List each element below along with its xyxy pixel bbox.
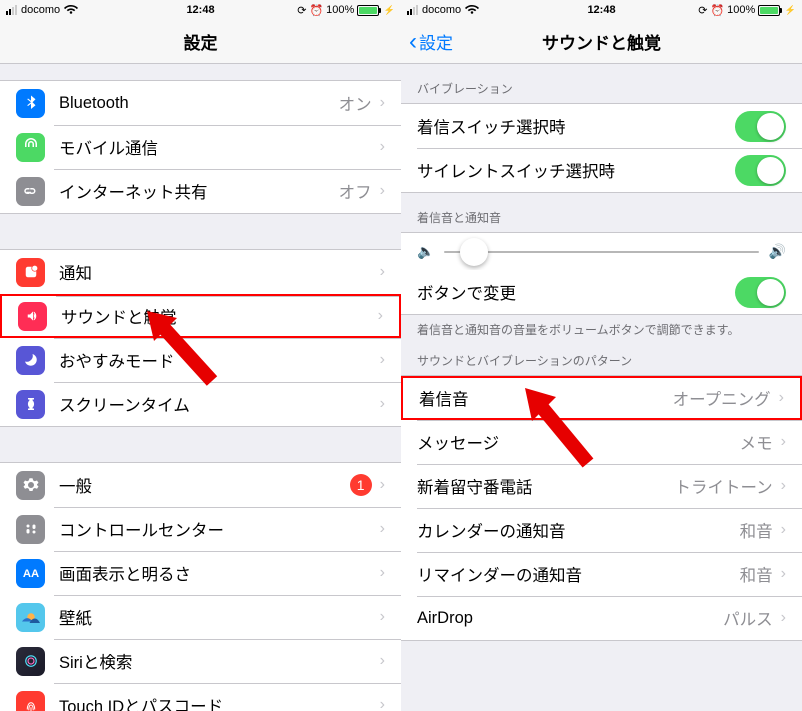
chevron-right-icon: ›: [380, 476, 385, 494]
chevron-right-icon: ›: [781, 477, 786, 495]
reminder-alerts-row[interactable]: リマインダーの通知音 和音 ›: [401, 552, 802, 596]
voicemail-row[interactable]: 新着留守番電話 トライトーン ›: [401, 464, 802, 508]
airdrop-row[interactable]: AirDrop パルス ›: [401, 596, 802, 640]
ringer-alerts-header: 着信音と通知音: [401, 193, 802, 232]
notifications-row[interactable]: 通知 ›: [0, 250, 401, 294]
settings-root-screen: docomo 12:48 ⟳ ⏰ 100% ⚡ 設定 Bluetooth オン …: [0, 0, 401, 711]
battery-percent: 100%: [727, 4, 755, 16]
nav-bar: ‹ 設定 サウンドと触覚: [401, 20, 802, 64]
chevron-right-icon: ›: [380, 696, 385, 711]
page-title: 設定: [0, 29, 401, 54]
volume-slider[interactable]: [444, 251, 758, 253]
status-time: 12:48: [186, 4, 214, 16]
charging-icon: ⚡: [384, 5, 395, 16]
dnd-icon: [16, 346, 45, 375]
general-icon: [16, 471, 45, 500]
touchid-row[interactable]: Touch IDとパスコード ›: [0, 683, 401, 711]
toggle-switch[interactable]: [735, 155, 786, 186]
toggle-switch[interactable]: [735, 277, 786, 308]
chevron-right-icon: ›: [380, 263, 385, 281]
page-title: サウンドと触覚: [401, 29, 802, 54]
chevron-right-icon: ›: [380, 608, 385, 626]
cellular-row[interactable]: モバイル通信 ›: [0, 125, 401, 169]
sounds-haptics-screen: docomo 12:48 ⟳ ⏰ 100% ⚡ ‹ 設定 サウンドと触覚 バイブ…: [401, 0, 802, 711]
dnd-row[interactable]: おやすみモード ›: [0, 338, 401, 382]
chevron-right-icon: ›: [781, 565, 786, 583]
wallpaper-row[interactable]: 壁紙 ›: [0, 595, 401, 639]
battery-icon: [357, 5, 381, 16]
change-with-buttons-row[interactable]: ボタンで変更: [401, 270, 802, 314]
sounds-list[interactable]: バイブレーション 着信スイッチ選択時 サイレントスイッチ選択時 着信音と通知音 …: [401, 64, 802, 711]
rotation-lock-icon: ⟳: [698, 4, 707, 17]
bluetooth-icon: [16, 89, 45, 118]
chevron-right-icon: ›: [380, 351, 385, 369]
ringtone-row[interactable]: 着信音 オープニング ›: [401, 376, 802, 420]
back-button[interactable]: ‹ 設定: [401, 28, 453, 56]
notifications-icon: [16, 258, 45, 287]
chevron-right-icon: ›: [380, 564, 385, 582]
signal-icon: [6, 5, 17, 15]
display-row[interactable]: AA 画面表示と明るさ ›: [0, 551, 401, 595]
update-badge: 1: [350, 474, 372, 496]
battery-icon: [758, 5, 782, 16]
wifi-icon: [465, 5, 479, 15]
chevron-left-icon: ‹: [409, 28, 417, 56]
rotation-lock-icon: ⟳: [297, 4, 306, 17]
hotspot-icon: [16, 177, 45, 206]
control-center-row[interactable]: コントロールセンター ›: [0, 507, 401, 551]
chevron-right-icon: ›: [781, 521, 786, 539]
wallpaper-icon: [16, 603, 45, 632]
carrier-label: docomo: [21, 4, 60, 16]
charging-icon: ⚡: [785, 5, 796, 16]
chevron-right-icon: ›: [781, 609, 786, 627]
volume-slider-row: 🔈 🔊: [401, 233, 802, 270]
chevron-right-icon: ›: [380, 94, 385, 112]
chevron-right-icon: ›: [781, 433, 786, 451]
bluetooth-row[interactable]: Bluetooth オン ›: [0, 81, 401, 125]
settings-list[interactable]: Bluetooth オン › モバイル通信 › インターネット共有 オフ › 通…: [0, 64, 401, 711]
toggle-switch[interactable]: [735, 111, 786, 142]
status-bar: docomo 12:48 ⟳ ⏰ 100% ⚡: [0, 0, 401, 20]
touchid-icon: [16, 691, 45, 711]
sounds-row[interactable]: サウンドと触覚 ›: [0, 294, 401, 338]
control-center-icon: [16, 515, 45, 544]
screentime-icon: [16, 390, 45, 419]
siri-icon: [16, 647, 45, 676]
vibration-header: バイブレーション: [401, 64, 802, 103]
patterns-header: サウンドとバイブレーションのパターン: [401, 346, 802, 375]
chevron-right-icon: ›: [380, 395, 385, 413]
siri-row[interactable]: Siriと検索 ›: [0, 639, 401, 683]
calendar-alerts-row[interactable]: カレンダーの通知音 和音 ›: [401, 508, 802, 552]
screentime-row[interactable]: スクリーンタイム ›: [0, 382, 401, 426]
alarm-icon: ⏰: [710, 4, 724, 17]
display-icon: AA: [16, 559, 45, 588]
vibrate-on-silent-row[interactable]: サイレントスイッチ選択時: [401, 148, 802, 192]
signal-icon: [407, 5, 418, 15]
carrier-label: docomo: [422, 4, 461, 16]
chevron-right-icon: ›: [380, 520, 385, 538]
speaker-low-icon: 🔈: [417, 243, 434, 260]
alarm-icon: ⏰: [309, 4, 323, 17]
battery-percent: 100%: [326, 4, 354, 16]
wifi-icon: [64, 5, 78, 15]
svg-text:AA: AA: [22, 568, 38, 580]
status-bar: docomo 12:48 ⟳ ⏰ 100% ⚡: [401, 0, 802, 20]
chevron-right-icon: ›: [779, 389, 784, 407]
general-row[interactable]: 一般 1 ›: [0, 463, 401, 507]
slider-footer: 着信音と通知音の音量をボリュームボタンで調節できます。: [401, 315, 802, 346]
text-tone-row[interactable]: メッセージ メモ ›: [401, 420, 802, 464]
sounds-icon: [18, 302, 47, 331]
chevron-right-icon: ›: [378, 307, 383, 325]
nav-bar: 設定: [0, 20, 401, 64]
chevron-right-icon: ›: [380, 652, 385, 670]
chevron-right-icon: ›: [380, 182, 385, 200]
status-time: 12:48: [587, 4, 615, 16]
chevron-right-icon: ›: [380, 138, 385, 156]
vibrate-on-ring-row[interactable]: 着信スイッチ選択時: [401, 104, 802, 148]
hotspot-row[interactable]: インターネット共有 オフ ›: [0, 169, 401, 213]
speaker-high-icon: 🔊: [769, 243, 786, 260]
cellular-icon: [16, 133, 45, 162]
